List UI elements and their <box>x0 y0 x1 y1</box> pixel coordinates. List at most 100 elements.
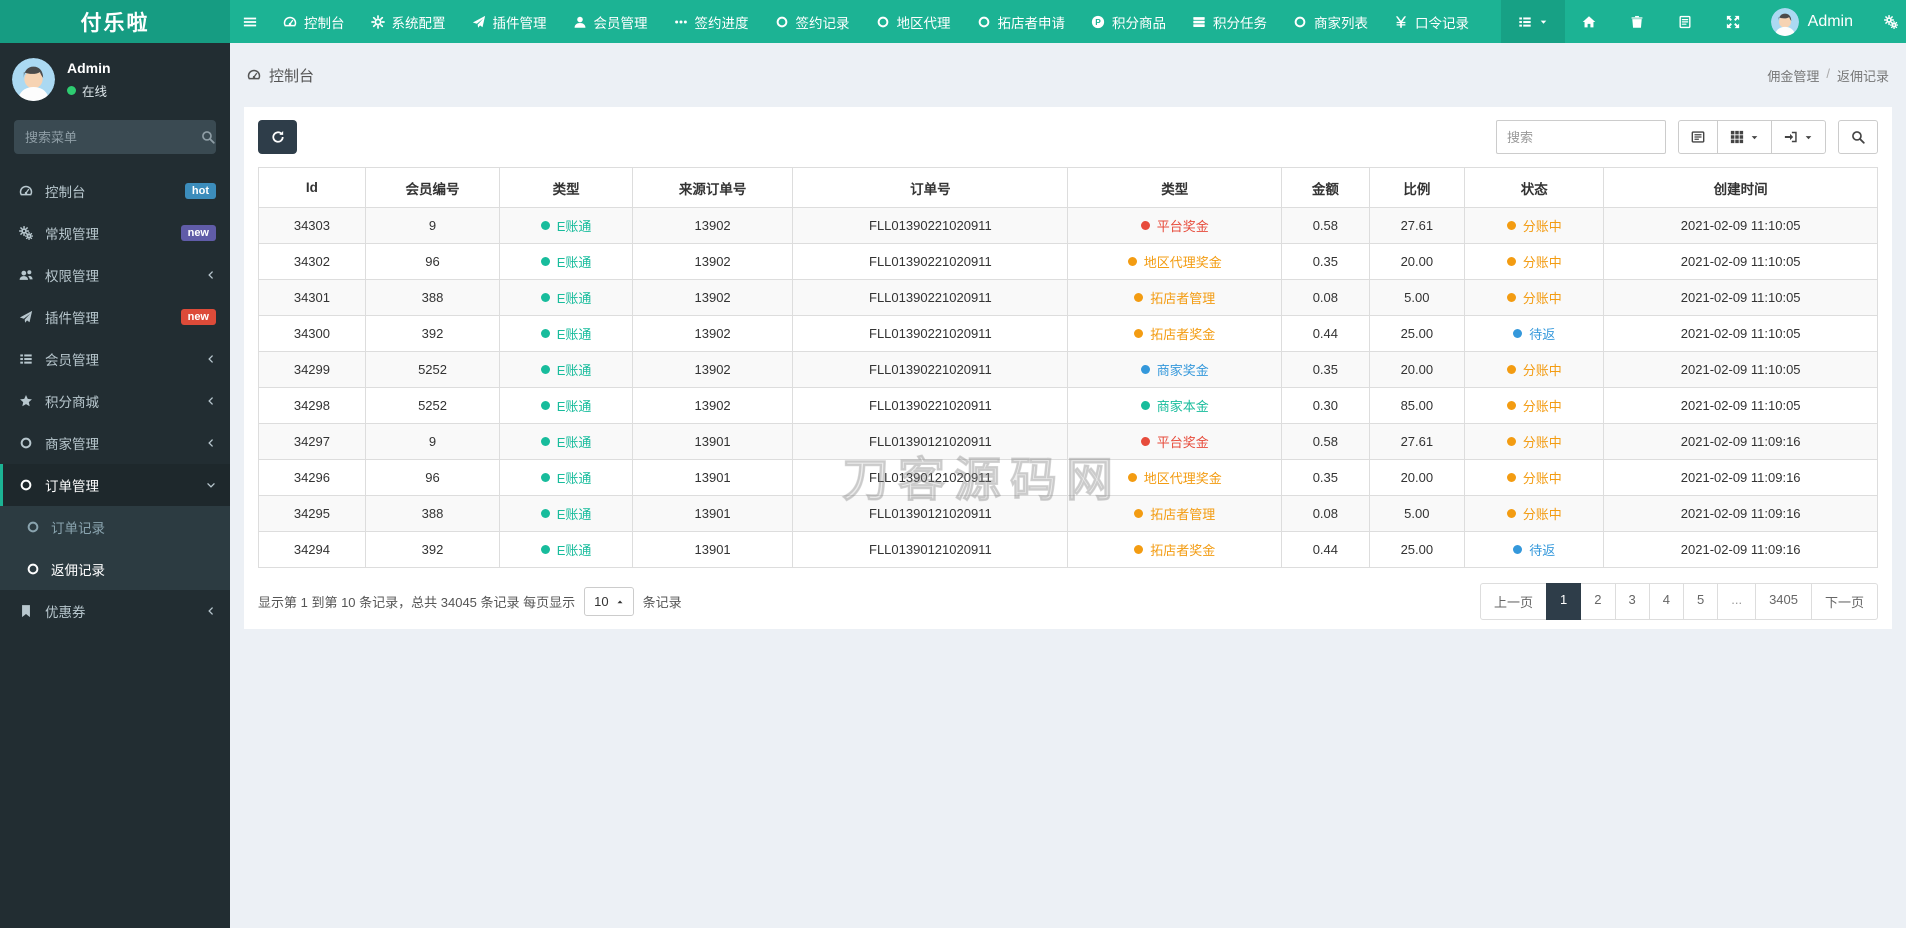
sidebar-item-4[interactable]: 会员管理 <box>0 338 230 380</box>
column-header-8: 状态 <box>1464 167 1605 208</box>
cell-created: 2021-02-09 11:10:05 <box>1603 351 1878 388</box>
sidebar-item-6[interactable]: 商家管理 <box>0 422 230 464</box>
cell-order-no: FLL01390221020911 <box>792 243 1069 280</box>
cell-ratio: 20.00 <box>1368 243 1466 280</box>
home-button[interactable] <box>1565 0 1613 43</box>
sidebar-item-5[interactable]: 积分商城 <box>0 380 230 422</box>
page-button-4[interactable]: 4 <box>1648 583 1684 620</box>
nav-item-8[interactable]: P 积分商品 <box>1078 0 1179 43</box>
nav-item-label: 积分任务 <box>1213 15 1267 31</box>
sidebar-toggle-button[interactable] <box>230 0 270 43</box>
page-button-2[interactable]: 2 <box>1580 583 1616 620</box>
circle-icon <box>775 15 789 29</box>
nav-item-9[interactable]: 积分任务 <box>1179 0 1280 43</box>
sidebar-item-7[interactable]: 订单管理 <box>0 464 230 506</box>
sidebar-item-2[interactable]: 权限管理 <box>0 254 230 296</box>
nav-item-11[interactable]: 口令记录 <box>1381 0 1482 43</box>
cell-member: 5252 <box>364 351 501 388</box>
content-header: 控制台 佣金管理 / 返佣记录 <box>230 43 1906 107</box>
sidebar-search-input[interactable] <box>25 129 201 145</box>
caret-down-icon <box>1804 133 1813 142</box>
export-button[interactable] <box>1771 120 1826 154</box>
cell-ratio: 27.61 <box>1368 423 1466 460</box>
nav-item-0[interactable]: 控制台 <box>270 0 358 43</box>
brand-logo[interactable]: 付乐啦 <box>0 0 230 43</box>
page-button-下一页[interactable]: 下一页 <box>1810 583 1878 620</box>
status-dot <box>1506 257 1516 266</box>
nav-item-2[interactable]: 插件管理 <box>459 0 560 43</box>
navbar-right: Admin <box>1500 0 1906 43</box>
cell-member: 9 <box>364 207 501 244</box>
table-row[interactable]: 34298 5252 E账通 13902 FLL01390221020911 商家本金 0.… <box>258 387 1878 424</box>
cell-ratio: 27.61 <box>1368 207 1466 244</box>
table-search-input[interactable] <box>1496 120 1666 154</box>
page-button-1[interactable]: 1 <box>1546 583 1582 620</box>
nav-item-6[interactable]: 地区代理 <box>863 0 964 43</box>
table-row[interactable]: 34303 9 E账通 13902 FLL01390221020911 平台奖金 0.58 2… <box>258 207 1878 244</box>
table-row[interactable]: 34302 96 E账通 13902 FLL01390221020911 地区代理奖金 0.… <box>258 243 1878 280</box>
table-row[interactable]: 34297 9 E账通 13901 FLL01390121020911 平台奖金 0.58 2… <box>258 423 1878 460</box>
page-title: 控制台 <box>247 65 314 86</box>
page-button-3[interactable]: 3 <box>1614 583 1650 620</box>
table-row[interactable]: 34301 388 E账通 13902 FLL01390221020911 拓店者管理 0.… <box>258 279 1878 316</box>
breadcrumb-parent[interactable]: 佣金管理 <box>1767 66 1819 85</box>
view-button-group <box>1678 120 1826 154</box>
status-dot <box>540 329 550 338</box>
nav-item-10[interactable]: 商家列表 <box>1280 0 1381 43</box>
nav-item-label: 积分商品 <box>1112 15 1166 31</box>
sidebar-item-1[interactable]: 常规管理 new <box>0 212 230 254</box>
sidebar-item-3[interactable]: 插件管理 new <box>0 296 230 338</box>
cell-id: 34299 <box>258 351 366 388</box>
nav-item-7[interactable]: 拓店者申请 <box>964 0 1079 43</box>
fullscreen-button[interactable] <box>1709 0 1757 43</box>
status-dot <box>1513 329 1523 338</box>
gauge-icon <box>283 15 297 29</box>
table-row[interactable]: 34294 392 E账通 13901 FLL01390121020911 拓店者奖金 0.… <box>258 531 1878 568</box>
nav-item-5[interactable]: 签约记录 <box>762 0 863 43</box>
menu-badge: hot <box>184 183 216 199</box>
sidebar-item-8[interactable]: 优惠券 <box>0 590 230 632</box>
cell-amount: 0.30 <box>1281 387 1370 424</box>
nav-item-4[interactable]: 签约进度 <box>661 0 762 43</box>
nav-item-1[interactable]: 系统配置 <box>358 0 459 43</box>
circle-icon <box>25 562 40 576</box>
search-icon[interactable] <box>201 130 215 144</box>
caret-down-icon <box>1750 133 1759 142</box>
table-row[interactable]: 34300 392 E账通 13902 FLL01390221020911 拓店者奖金 0.… <box>258 315 1878 352</box>
table-row[interactable]: 34295 388 E账通 13901 FLL01390121020911 拓店者管理 0.… <box>258 495 1878 532</box>
cell-id: 34300 <box>258 315 366 352</box>
status-dot <box>540 221 550 230</box>
pagination: 上一页 1 2 3 4 5... 3405 下一页 <box>1480 583 1878 620</box>
page-button-3405[interactable]: 3405 <box>1755 583 1812 620</box>
nav-item-label: 签约记录 <box>795 15 850 31</box>
cell-category: 拓店者管理 <box>1067 279 1283 316</box>
cell-amount: 0.35 <box>1281 243 1370 280</box>
tasks-icon <box>1192 15 1206 29</box>
clear-cache-button[interactable] <box>1613 0 1661 43</box>
user-menu[interactable]: Admin <box>1757 0 1867 43</box>
page-button-5[interactable]: 5 <box>1682 583 1719 620</box>
refresh-button[interactable] <box>258 120 297 154</box>
table-row[interactable]: 34299 5252 E账通 13902 FLL01390221020911 商家奖金 0.… <box>258 351 1878 388</box>
page-size-select[interactable]: 10 <box>584 587 634 616</box>
status-dot <box>1513 545 1523 554</box>
table-row[interactable]: 34296 96 E账通 13901 FLL01390121020911 地区代理奖金 0.… <box>258 459 1878 496</box>
notes-button[interactable] <box>1661 0 1709 43</box>
chevron-left-icon <box>206 394 216 409</box>
status-dot <box>1134 509 1144 518</box>
sidebar-item-0[interactable]: 控制台 hot <box>0 170 230 212</box>
columns-button[interactable] <box>1717 120 1772 154</box>
search-button[interactable] <box>1838 120 1878 154</box>
status-dot <box>1506 437 1516 446</box>
nav-item-3[interactable]: 会员管理 <box>560 0 661 43</box>
menu-item-label: 权限管理 <box>45 269 99 284</box>
tasks-dropdown-button[interactable] <box>1500 0 1565 43</box>
detail-view-button[interactable] <box>1678 120 1718 154</box>
page-button-上一页[interactable]: 上一页 <box>1480 583 1548 620</box>
sidebar-subitem-0[interactable]: 订单记录 <box>0 506 230 548</box>
caret-down-icon <box>1539 15 1548 29</box>
sidebar-subitem-1[interactable]: 返佣记录 <box>0 548 230 590</box>
nav-item-label: 商家列表 <box>1314 15 1368 31</box>
status-dot <box>1506 509 1516 518</box>
settings-button[interactable] <box>1867 0 1906 43</box>
